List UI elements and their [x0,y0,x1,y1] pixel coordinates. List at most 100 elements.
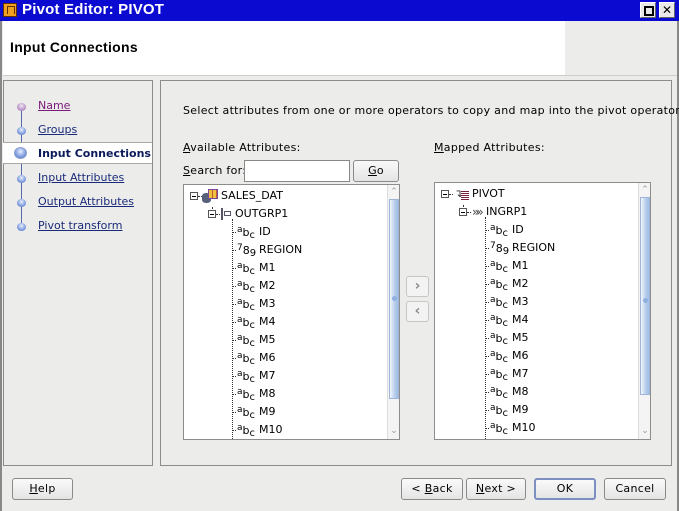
attribute-label: M4 [512,313,529,326]
available-tree-scrollbar[interactable]: ⌃ ⌄ [387,185,399,439]
nav-item-name[interactable]: Name [3,96,152,118]
close-button[interactable]: ✕ [659,2,675,18]
header-divider [3,75,677,76]
attribute-label: M10 [259,423,283,436]
tree-leaf-attribute[interactable]: abc M8 [435,383,635,401]
attribute-label: M2 [259,279,276,292]
mapped-attributes-label: Mapped Attributes: [434,141,545,154]
collapse-icon[interactable] [208,210,216,218]
instruction-text: Select attributes from one or more opera… [183,104,679,117]
mapped-tree-scrollbar[interactable]: ⌃ ⌄ [638,183,650,439]
tree-leaf-attribute[interactable]: abc M10 [435,419,635,437]
tree-node-label: INGRP1 [486,205,528,218]
nav-item-input-attributes[interactable]: Input Attributes [3,168,152,190]
tree-leaf-attribute[interactable]: abc M10 [184,421,384,439]
tree-leaf-attribute[interactable]: abc M1 [435,257,635,275]
tree-leaf-attribute[interactable]: abc M1 [184,259,384,277]
collapse-icon[interactable] [441,190,449,198]
tree-leaf-attribute[interactable]: abc M6 [435,347,635,365]
step-dot-icon [17,223,26,231]
nav-item-label[interactable]: Input Attributes [38,171,124,184]
tree-node-ingrp1[interactable]: »» INGRP1 [435,203,635,221]
ok-button[interactable]: OK [534,478,596,500]
scrollbar-thumb[interactable] [640,197,650,395]
scroll-down-icon[interactable]: ⌄ [388,425,399,437]
tree-leaf-attribute[interactable]: abc ID [184,223,384,241]
attribute-label: M9 [259,405,276,418]
tree-leaf-attribute[interactable]: abc M5 [184,331,384,349]
collapse-icon[interactable] [190,192,198,200]
attribute-label: M6 [512,349,529,362]
pivot-operator-icon: ↴ [454,187,470,201]
tree-leaf-attribute[interactable]: abc M6 [184,349,384,367]
tree-leaf-attribute[interactable]: abc M4 [435,311,635,329]
close-icon: ✕ [661,3,673,17]
tree-leaf-attribute[interactable]: abc M7 [435,365,635,383]
tree-leaf-attribute[interactable]: abc M5 [435,329,635,347]
attribute-label: M8 [259,387,276,400]
attribute-label: REGION [512,241,556,254]
attribute-label: M8 [512,385,529,398]
tree-leaf-attribute[interactable]: 789 REGION [435,239,635,257]
back-button[interactable]: < Back [401,478,463,500]
search-label: Search for: [183,164,247,177]
tree-leaf-attribute[interactable]: abc M4 [184,313,384,331]
nav-item-pivot-transform[interactable]: Pivot transform [3,216,152,238]
nav-item-label[interactable]: Groups [38,123,77,136]
tree-leaf-attribute[interactable]: abc M2 [184,277,384,295]
scrollbar-thumb[interactable] [389,199,399,399]
attribute-label: M9 [512,403,529,416]
attribute-label: M3 [259,297,276,310]
nav-item-groups[interactable]: Groups [3,120,152,142]
nav-item-label[interactable]: Pivot transform [38,219,122,232]
chevron-right-icon: › [414,278,421,294]
attribute-label: M3 [512,295,529,308]
tree-leaf-attribute[interactable]: abc M3 [435,293,635,311]
step-dot-current-icon [14,147,27,159]
table-icon [202,189,218,203]
tree-leaf-attribute[interactable]: abc M2 [435,275,635,293]
cancel-button[interactable]: Cancel [604,478,666,500]
scroll-up-icon[interactable]: ⌃ [639,184,650,196]
nav-item-label[interactable]: Name [38,99,70,112]
attribute-label: ID [259,225,271,238]
tree-node-sales-dat[interactable]: SALES_DAT [184,187,384,205]
move-right-button[interactable]: › [406,276,429,297]
next-button[interactable]: Next > [466,478,526,500]
tree-leaf-attribute[interactable]: 789 REGION [184,241,384,259]
page-title: Input Connections [10,39,138,55]
nav-item-input-connections[interactable]: Input Connections [3,142,152,164]
attribute-label: REGION [259,243,303,256]
attribute-label: M10 [512,421,536,434]
tree-leaf-attribute[interactable]: abc M9 [435,401,635,419]
attribute-label: M1 [512,259,529,272]
tree-node-pivot[interactable]: ↴ PIVOT [435,185,635,203]
tree-node-label: OUTGRP1 [235,207,289,220]
search-input[interactable] [244,160,350,182]
tree-leaf-attribute[interactable]: abc ID [435,221,635,239]
scroll-up-icon[interactable]: ⌃ [388,186,399,198]
collapse-icon[interactable] [459,208,467,216]
step-dot-icon [17,127,26,135]
tree-node-outgrp1[interactable]: OUTGRP1 [184,205,384,223]
help-button[interactable]: Help [12,478,73,500]
available-attributes-tree[interactable]: SALES_DAT OUTGRP1 abc ID 789 REGION abc … [183,184,400,440]
tree-leaf-attribute[interactable]: abc M9 [184,403,384,421]
window-title: Pivot Editor: PIVOT [22,1,165,18]
output-group-icon [221,208,235,220]
tree-node-label: SALES_DAT [221,189,283,202]
string-type-icon: abc [237,423,255,439]
move-left-button[interactable]: ‹ [406,301,429,322]
mapped-attributes-tree[interactable]: ↴ PIVOT »» INGRP1 abc ID 789 REGION abc … [434,182,651,440]
nav-item-output-attributes[interactable]: Output Attributes [3,192,152,214]
step-dot-icon [17,199,26,207]
tree-leaf-attribute[interactable]: abc M3 [184,295,384,313]
tree-leaf-attribute[interactable]: abc M7 [184,367,384,385]
tree-leaf-attribute[interactable]: abc M8 [184,385,384,403]
nav-item-label[interactable]: Output Attributes [38,195,134,208]
scroll-down-icon[interactable]: ⌄ [639,425,650,437]
window-title-bar[interactable]: Pivot Editor: PIVOT ✕ [0,0,679,21]
maximize-button[interactable] [640,2,656,18]
nav-item-label: Input Connections [38,147,151,160]
go-button[interactable]: Go [353,160,399,182]
